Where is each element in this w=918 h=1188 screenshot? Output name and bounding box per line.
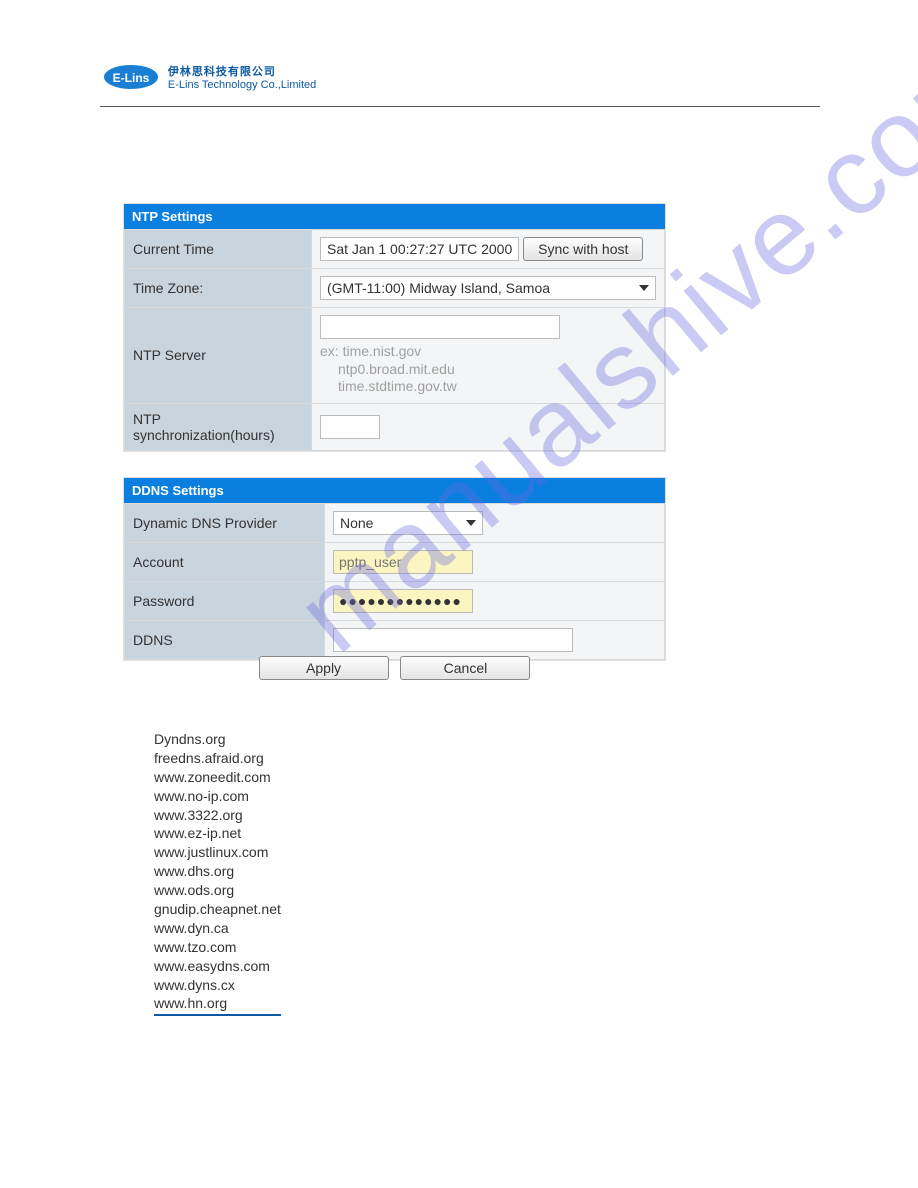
ntp-settings-panel: NTP Settings Current Time Sat Jan 1 00:2… — [123, 203, 666, 452]
timezone-value: (GMT-11:00) Midway Island, Samoa — [327, 280, 550, 296]
list-item: gnudip.cheapnet.net — [154, 900, 281, 919]
list-item: www.tzo.com — [154, 938, 281, 957]
current-time-value: Sat Jan 1 00:27:27 UTC 2000 — [320, 237, 519, 261]
ntp-server-input[interactable] — [320, 315, 560, 339]
list-item: freedns.afraid.org — [154, 749, 281, 768]
company-logo: E-Lins 伊林思科技有限公司 E-Lins Technology Co.,L… — [102, 62, 318, 100]
list-item: Dyndns.org — [154, 730, 281, 749]
chevron-down-icon — [639, 285, 649, 291]
ntp-sync-hours-label: NTP synchronization(hours) — [125, 403, 312, 450]
ddns-password-label: Password — [125, 582, 325, 621]
cancel-button[interactable]: Cancel — [400, 656, 530, 680]
ddns-account-input[interactable] — [333, 550, 473, 574]
list-item: www.dyns.cx — [154, 976, 281, 995]
list-item: www.ez-ip.net — [154, 824, 281, 843]
timezone-label: Time Zone: — [125, 269, 312, 308]
sync-with-host-button[interactable]: Sync with host — [523, 237, 643, 261]
ntp-server-label: NTP Server — [125, 308, 312, 404]
ddns-field-input[interactable] — [333, 628, 573, 652]
ntp-sync-hours-input[interactable] — [320, 415, 380, 439]
ntp-settings-title: NTP Settings — [124, 204, 665, 229]
ddns-provider-value: None — [340, 515, 373, 531]
ddns-provider-select[interactable]: None — [333, 511, 483, 535]
logo-en-text: E-Lins Technology Co.,Limited — [168, 79, 316, 91]
list-item: www.no-ip.com — [154, 787, 281, 806]
list-item: www.easydns.com — [154, 957, 281, 976]
ddns-field-label: DDNS — [125, 621, 325, 660]
apply-button[interactable]: Apply — [259, 656, 389, 680]
ddns-account-label: Account — [125, 543, 325, 582]
action-button-row: Apply Cancel — [123, 656, 666, 680]
list-item: www.zoneedit.com — [154, 768, 281, 787]
ddns-provider-label: Dynamic DNS Provider — [125, 504, 325, 543]
list-item: www.justlinux.com — [154, 843, 281, 862]
ddns-settings-title: DDNS Settings — [124, 478, 665, 503]
current-time-label: Current Time — [125, 230, 312, 269]
list-item: www.dyn.ca — [154, 919, 281, 938]
list-item: www.hn.org — [154, 994, 281, 1016]
ddns-settings-panel: DDNS Settings Dynamic DNS Provider None … — [123, 477, 666, 661]
logo-badge: E-Lins — [102, 62, 160, 95]
chevron-down-icon — [466, 520, 476, 526]
ntp-server-hint: ex: time.nist.gov ntp0.broad.mit.edu tim… — [320, 343, 656, 396]
ddns-provider-list: Dyndns.org freedns.afraid.org www.zoneed… — [154, 730, 281, 1016]
list-item: www.ods.org — [154, 881, 281, 900]
ddns-password-input[interactable]: ●●●●●●●●●●●●● — [333, 589, 473, 613]
logo-cn-text: 伊林思科技有限公司 — [168, 66, 276, 78]
timezone-select[interactable]: (GMT-11:00) Midway Island, Samoa — [320, 276, 656, 300]
logo-badge-text: E-Lins — [113, 71, 150, 85]
list-item: www.dhs.org — [154, 862, 281, 881]
list-item: www.3322.org — [154, 806, 281, 825]
header-divider — [100, 106, 820, 107]
